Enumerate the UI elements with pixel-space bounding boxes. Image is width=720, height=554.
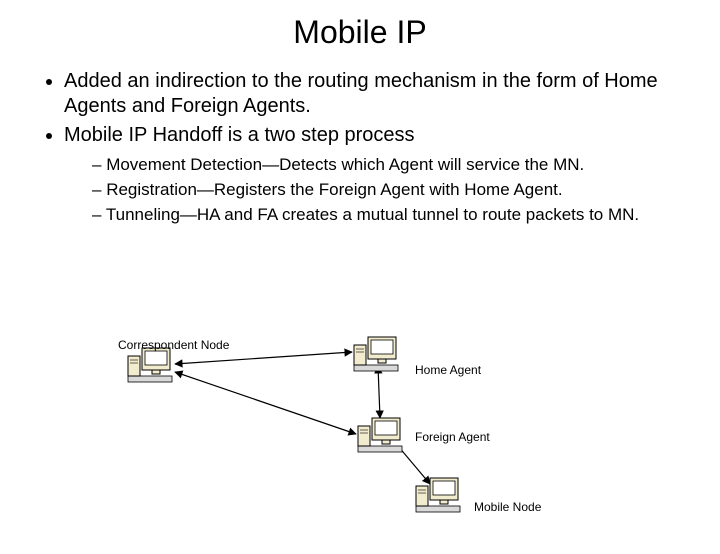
node-label-mn: Mobile Node: [474, 500, 541, 514]
sub-bullet-item: Movement Detection—Detects which Agent w…: [92, 154, 680, 177]
computer-icon: [416, 478, 460, 512]
link-cn-ha: [175, 352, 352, 364]
sub-bullet-item: Registration—Registers the Foreign Agent…: [92, 179, 680, 202]
bullet-item: Added an indirection to the routing mech…: [64, 69, 680, 119]
sub-bullet-item: Tunneling—HA and FA creates a mutual tun…: [92, 204, 680, 227]
page-title: Mobile IP: [0, 14, 720, 51]
sub-bullet-list: Movement Detection—Detects which Agent w…: [64, 154, 680, 227]
computer-icon: [358, 418, 402, 452]
link-fa-mn: [398, 446, 430, 484]
computer-icon: [128, 348, 172, 382]
bullet-list: Added an indirection to the routing mech…: [40, 69, 680, 227]
node-label-cn: Correspondent Node: [118, 338, 229, 352]
node-label-fa: Foreign Agent: [415, 430, 490, 444]
node-label-ha: Home Agent: [415, 363, 481, 377]
bullet-text: Mobile IP Handoff is a two step process: [64, 124, 415, 146]
link-cn-fa: [175, 372, 356, 434]
link-ha-fa: [378, 366, 380, 418]
computer-icon: [354, 337, 398, 371]
bullet-item: Mobile IP Handoff is a two step process …: [64, 123, 680, 227]
